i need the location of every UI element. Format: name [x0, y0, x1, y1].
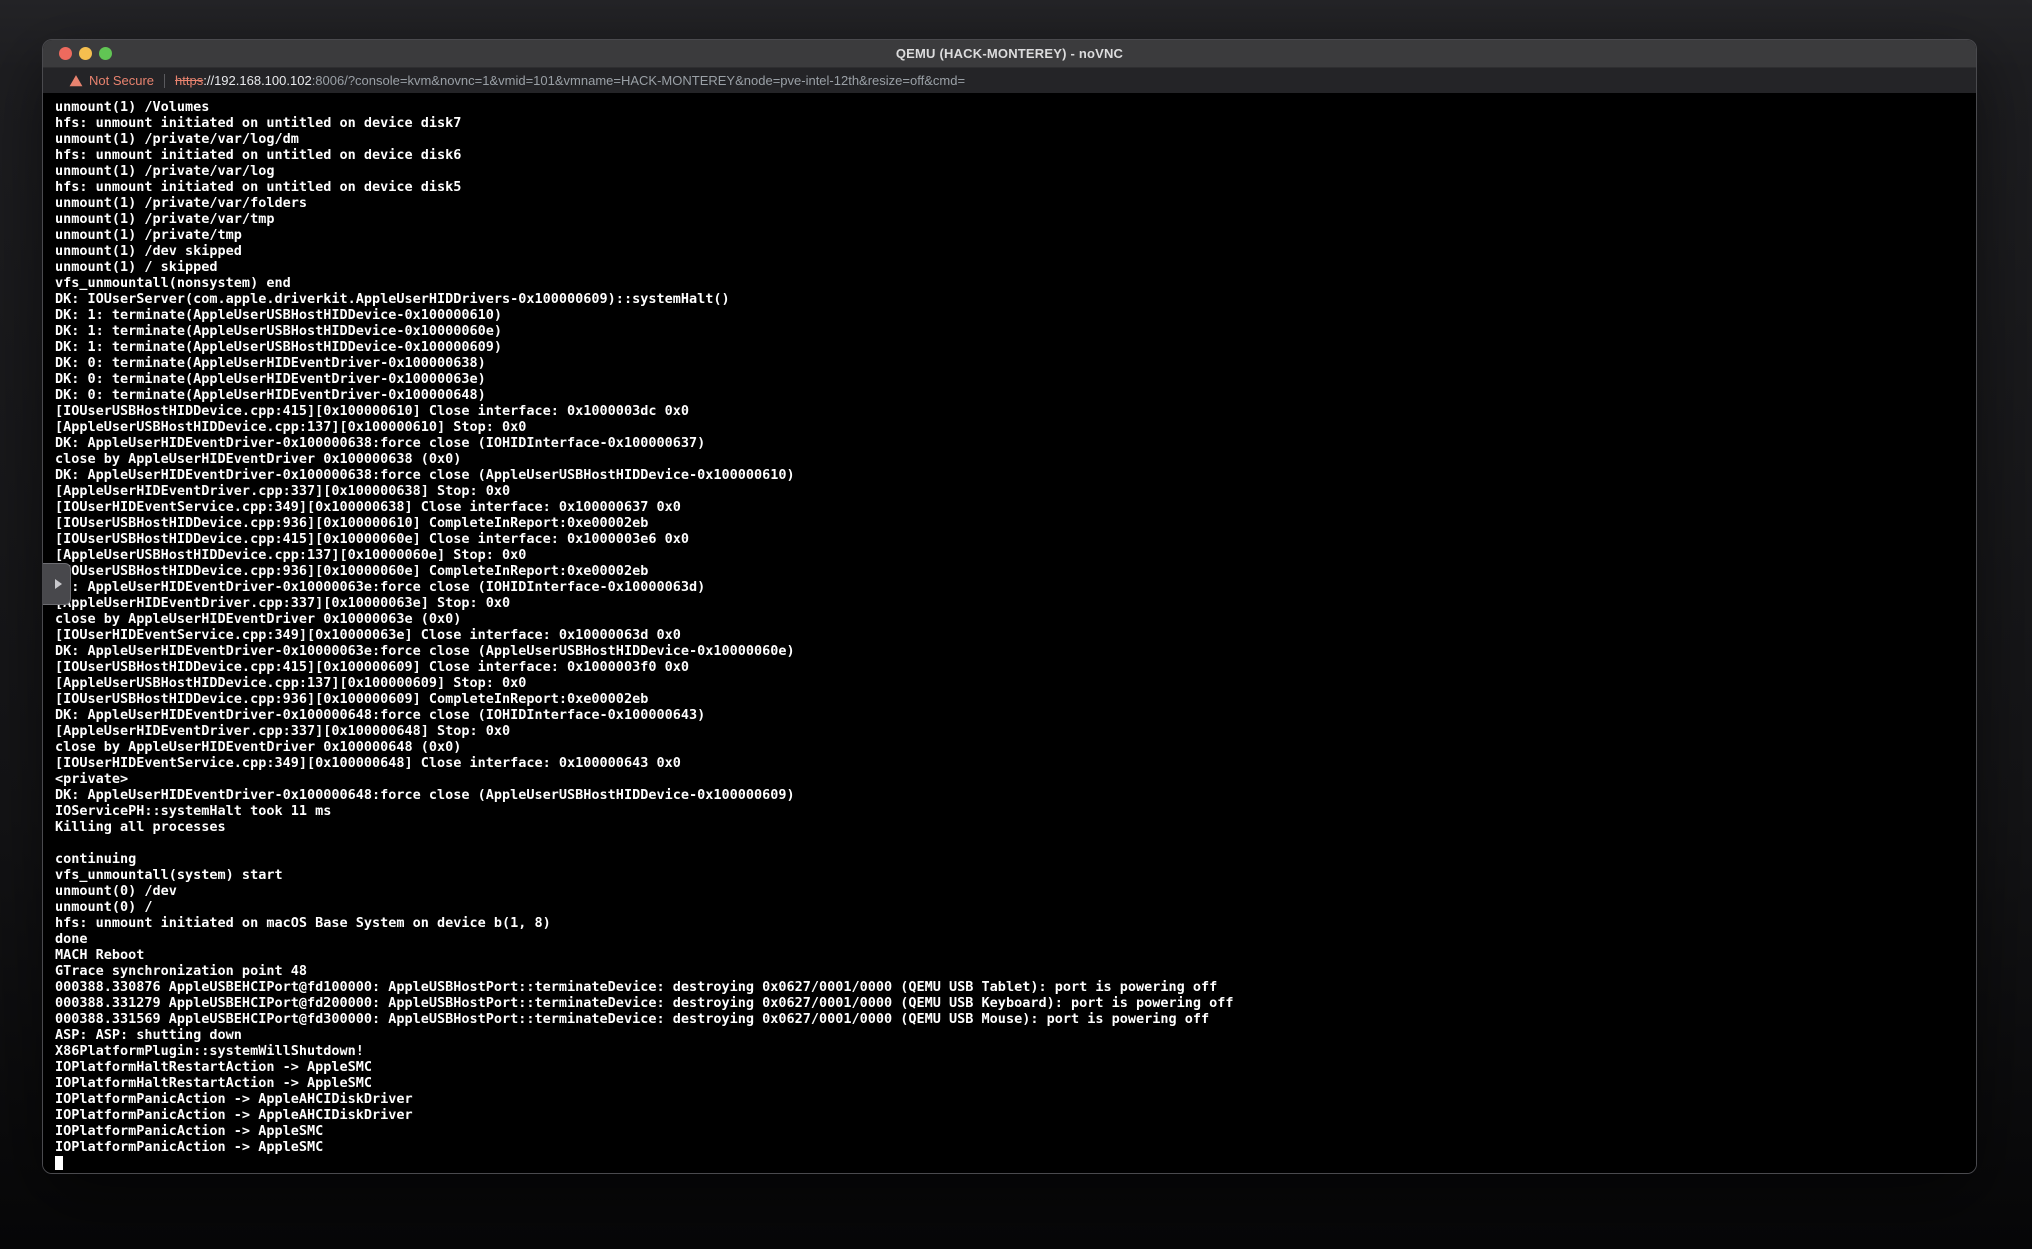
url-path-query: :8006/?console=kvm&novnc=1&vmid=101&vmna…: [312, 73, 965, 88]
terminal-line: vfs_unmountall(system) start: [55, 867, 1976, 883]
terminal-line: close by AppleUserHIDEventDriver 0x10000…: [55, 451, 1976, 467]
terminal-cursor-line: [55, 1155, 1976, 1171]
terminal-line: unmount(1) /private/var/folders: [55, 195, 1976, 211]
terminal-line: 000388.331569 AppleUSBEHCIPort@fd300000:…: [55, 1011, 1976, 1027]
terminal-line: DK: AppleUserHIDEventDriver-0x100000648:…: [55, 707, 1976, 723]
terminal-line: [AppleUserUSBHostHIDDevice.cpp:137][0x10…: [55, 675, 1976, 691]
address-bar[interactable]: Not Secure https :// 192.168.100.102 :80…: [43, 68, 1976, 93]
traffic-lights: [59, 40, 112, 67]
terminal-line: hfs: unmount initiated on untitled on de…: [55, 115, 1976, 131]
terminal-line: [AppleUserUSBHostHIDDevice.cpp:137][0x10…: [55, 419, 1976, 435]
terminal-line: IOServicePH::systemHalt took 11 ms: [55, 803, 1976, 819]
vnc-screen[interactable]: unmount(1) /Volumeshfs: unmount initiate…: [43, 93, 1976, 1173]
terminal-line: unmount(1) /Volumes: [55, 99, 1976, 115]
terminal-line: unmount(1) /private/var/log/dm: [55, 131, 1976, 147]
terminal-line: DK: IOUserServer(com.apple.driverkit.App…: [55, 291, 1976, 307]
terminal-line: unmount(0) /: [55, 899, 1976, 915]
terminal-line: unmount(1) / skipped: [55, 259, 1976, 275]
terminal-line: DK: 0: terminate(AppleUserHIDEventDriver…: [55, 371, 1976, 387]
close-button[interactable]: [59, 47, 72, 60]
expand-arrow-icon: [55, 579, 62, 589]
terminal-line: GTrace synchronization point 48: [55, 963, 1976, 979]
terminal-line: unmount(0) /dev: [55, 883, 1976, 899]
window-title: QEMU (HACK-MONTEREY) - noVNC: [43, 46, 1976, 61]
terminal-line: [IOUserHIDEventService.cpp:349][0x100000…: [55, 627, 1976, 643]
terminal-line: DK: AppleUserHIDEventDriver-0x10000063e:…: [55, 579, 1976, 595]
not-secure-warning-icon: [69, 74, 83, 88]
terminal-line: IOPlatformPanicAction -> AppleAHCIDiskDr…: [55, 1107, 1976, 1123]
terminal-line: continuing: [55, 851, 1976, 867]
terminal-cursor: [55, 1156, 63, 1170]
terminal-line: DK: 1: terminate(AppleUserUSBHostHIDDevi…: [55, 339, 1976, 355]
terminal-line: X86PlatformPlugin::systemWillShutdown!: [55, 1043, 1976, 1059]
url-host: 192.168.100.102: [214, 73, 312, 88]
terminal-line: IOPlatformPanicAction -> AppleSMC: [55, 1123, 1976, 1139]
terminal-line: ASP: ASP: shutting down: [55, 1027, 1976, 1043]
terminal-line: hfs: unmount initiated on untitled on de…: [55, 147, 1976, 163]
url-text: https :// 192.168.100.102 :8006/?console…: [175, 73, 965, 88]
terminal-line: [IOUserUSBHostHIDDevice.cpp:936][0x10000…: [55, 515, 1976, 531]
window-titlebar: QEMU (HACK-MONTEREY) - noVNC: [43, 40, 1976, 68]
terminal-line: DK: 1: terminate(AppleUserUSBHostHIDDevi…: [55, 307, 1976, 323]
browser-window: QEMU (HACK-MONTEREY) - noVNC Not Secure …: [42, 39, 1977, 1174]
terminal-line: IOPlatformPanicAction -> AppleSMC: [55, 1139, 1976, 1155]
not-secure-label: Not Secure: [89, 73, 154, 88]
terminal-line: Killing all processes: [55, 819, 1976, 835]
terminal-line: DK: 1: terminate(AppleUserUSBHostHIDDevi…: [55, 323, 1976, 339]
terminal-line: hfs: unmount initiated on untitled on de…: [55, 179, 1976, 195]
zoom-button[interactable]: [99, 47, 112, 60]
terminal-line: 000388.331279 AppleUSBEHCIPort@fd200000:…: [55, 995, 1976, 1011]
terminal-line: done: [55, 931, 1976, 947]
terminal-line: [IOUserHIDEventService.cpp:349][0x100000…: [55, 499, 1976, 515]
terminal-line: IOPlatformHaltRestartAction -> AppleSMC: [55, 1059, 1976, 1075]
terminal-line: IOPlatformPanicAction -> AppleAHCIDiskDr…: [55, 1091, 1976, 1107]
terminal-line: DK: AppleUserHIDEventDriver-0x100000638:…: [55, 435, 1976, 451]
terminal-line: unmount(1) /dev skipped: [55, 243, 1976, 259]
terminal-line: unmount(1) /private/var/tmp: [55, 211, 1976, 227]
terminal-line: DK: 0: terminate(AppleUserHIDEventDriver…: [55, 355, 1976, 371]
url-separator: ://: [203, 73, 214, 88]
url-divider: [164, 74, 165, 88]
terminal-line: unmount(1) /private/tmp: [55, 227, 1976, 243]
terminal-line: [55, 835, 1976, 851]
terminal-line: MACH Reboot: [55, 947, 1976, 963]
terminal-line: hfs: unmount initiated on macOS Base Sys…: [55, 915, 1976, 931]
terminal-line: [AppleUserUSBHostHIDDevice.cpp:137][0x10…: [55, 547, 1976, 563]
url-scheme: https: [175, 73, 203, 88]
terminal-line: DK: AppleUserHIDEventDriver-0x100000638:…: [55, 467, 1976, 483]
terminal-line: IOPlatformHaltRestartAction -> AppleSMC: [55, 1075, 1976, 1091]
terminal-line: [IOUserUSBHostHIDDevice.cpp:415][0x10000…: [55, 659, 1976, 675]
terminal-line: [IOUserUSBHostHIDDevice.cpp:936][0x10000…: [55, 691, 1976, 707]
terminal-line: [IOUserUSBHostHIDDevice.cpp:415][0x10000…: [55, 531, 1976, 547]
terminal-line: [IOUserHIDEventService.cpp:349][0x100000…: [55, 755, 1976, 771]
terminal-line: vfs_unmountall(nonsystem) end: [55, 275, 1976, 291]
terminal-line: close by AppleUserHIDEventDriver 0x10000…: [55, 739, 1976, 755]
terminal-line: DK: AppleUserHIDEventDriver-0x100000648:…: [55, 787, 1976, 803]
terminal-line: DK: 0: terminate(AppleUserHIDEventDriver…: [55, 387, 1976, 403]
desktop-background: QEMU (HACK-MONTEREY) - noVNC Not Secure …: [0, 0, 2032, 1249]
novnc-control-handle[interactable]: [43, 563, 71, 605]
terminal-line: DK: AppleUserHIDEventDriver-0x10000063e:…: [55, 643, 1976, 659]
terminal-line: [IOUserUSBHostHIDDevice.cpp:936][0x10000…: [55, 563, 1976, 579]
terminal-line: [IOUserUSBHostHIDDevice.cpp:415][0x10000…: [55, 403, 1976, 419]
terminal-line: <private>: [55, 771, 1976, 787]
terminal-line: [AppleUserHIDEventDriver.cpp:337][0x1000…: [55, 595, 1976, 611]
terminal-output: unmount(1) /Volumeshfs: unmount initiate…: [55, 99, 1976, 1171]
minimize-button[interactable]: [79, 47, 92, 60]
terminal-line: unmount(1) /private/var/log: [55, 163, 1976, 179]
terminal-line: 000388.330876 AppleUSBEHCIPort@fd100000:…: [55, 979, 1976, 995]
terminal-line: close by AppleUserHIDEventDriver 0x10000…: [55, 611, 1976, 627]
terminal-line: [AppleUserHIDEventDriver.cpp:337][0x1000…: [55, 723, 1976, 739]
security-chip[interactable]: Not Secure: [69, 73, 154, 88]
terminal-line: [AppleUserHIDEventDriver.cpp:337][0x1000…: [55, 483, 1976, 499]
